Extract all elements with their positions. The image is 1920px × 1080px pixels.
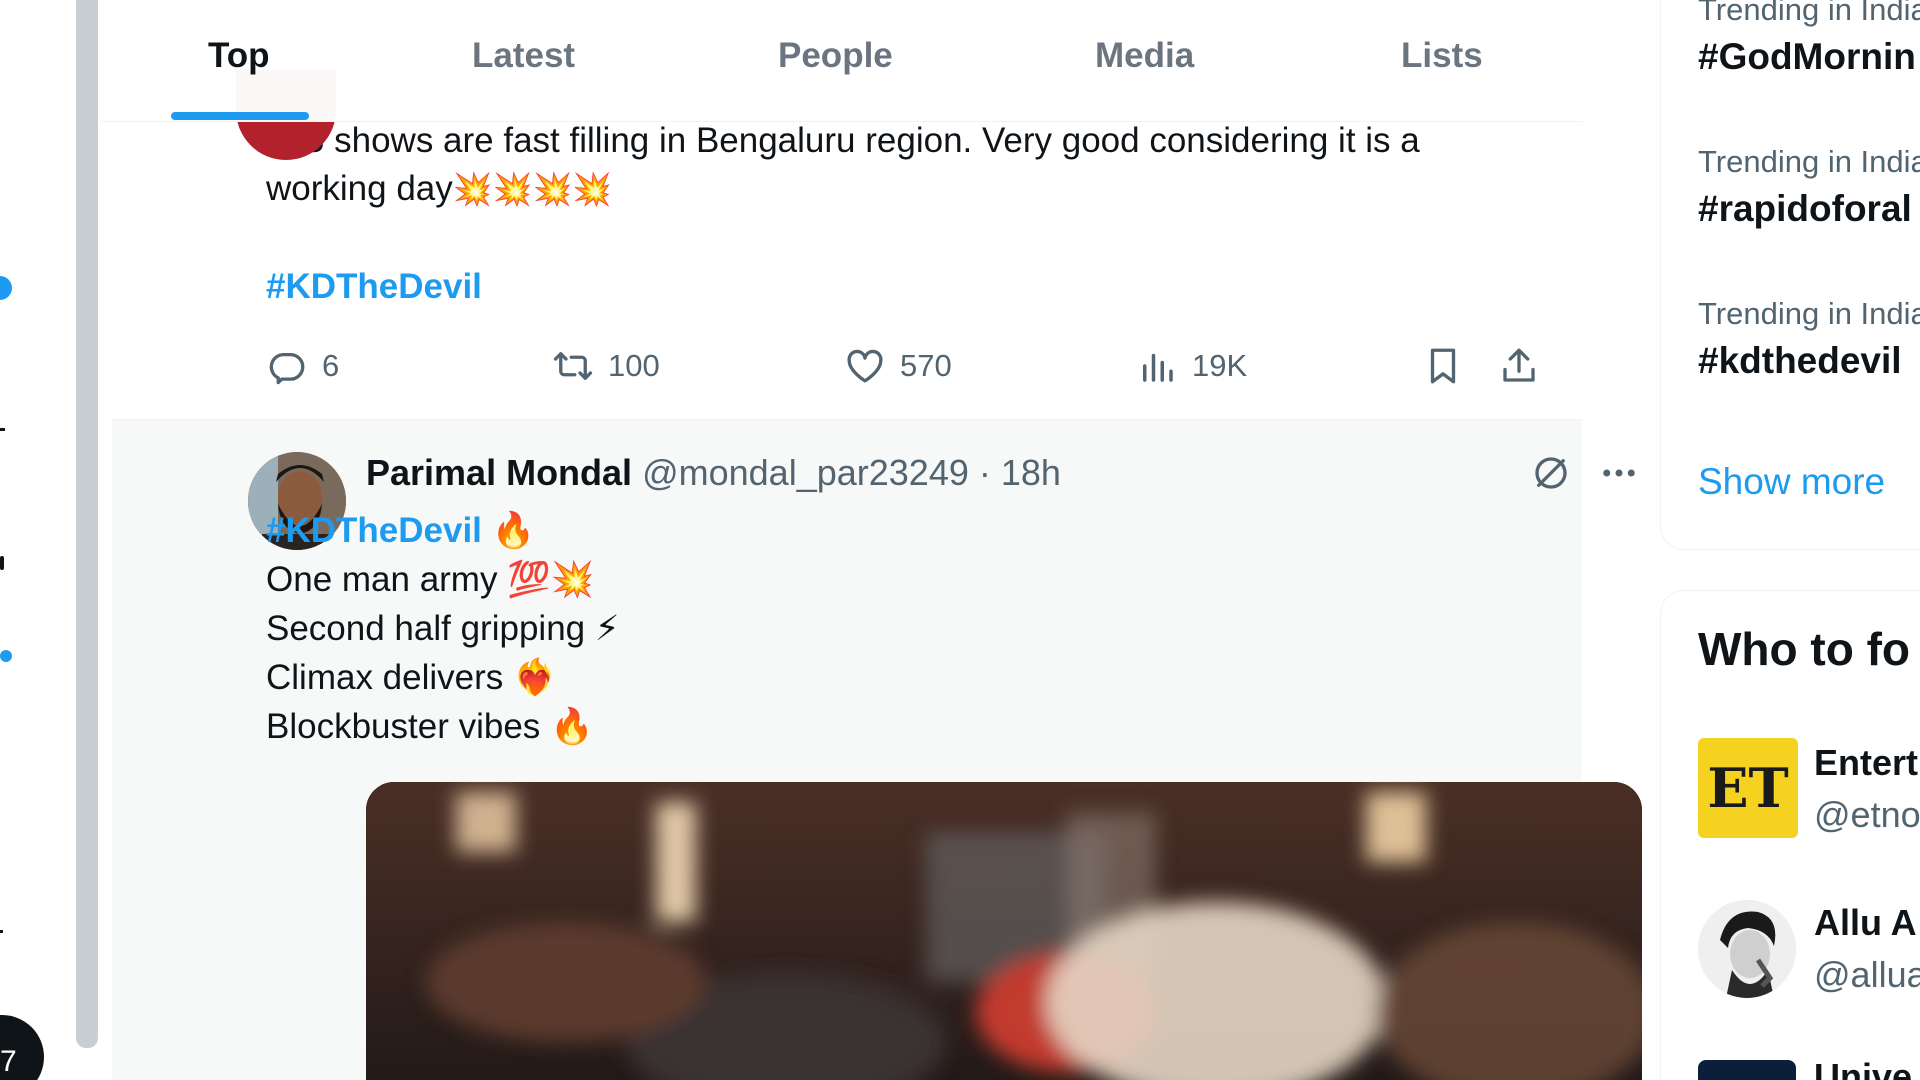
main-timeline: Top Latest People Media Lists 175 shows … (100, 0, 1642, 1080)
bookmark-icon (1430, 348, 1456, 384)
more-options-button[interactable] (1598, 452, 1640, 494)
blurred-scene-image (366, 782, 1642, 1080)
tweet-media-image[interactable] (366, 782, 1642, 1080)
more-icon (1603, 469, 1635, 477)
tab-top[interactable]: Top (208, 36, 270, 76)
user-photo (1698, 900, 1796, 998)
tweet-text-line: #KDTheDevil 🔥 (266, 506, 535, 555)
emoji: ❤️‍🔥 (513, 658, 557, 697)
account-avatar[interactable] (1698, 1060, 1796, 1080)
share-button[interactable] (1498, 345, 1540, 387)
emoji: ⚡ (594, 609, 620, 648)
trend-context: Trending in India (1698, 296, 1920, 331)
tab-media[interactable]: Media (1095, 36, 1194, 76)
show-more-link[interactable]: Show more (1698, 461, 1885, 503)
retweet-icon (553, 352, 593, 380)
author-name[interactable]: Parimal Mondal (366, 452, 632, 493)
tweet-text: Climax delivers (266, 658, 504, 697)
trend-item[interactable]: #rapidoforal (1698, 188, 1912, 230)
grok-icon (1535, 457, 1567, 489)
unread-dot (0, 650, 12, 662)
account-avatar[interactable] (1698, 900, 1796, 998)
account-avatar[interactable]: 7 (0, 1015, 44, 1080)
et-logo-text: ET (1707, 756, 1789, 820)
share-icon (1503, 348, 1535, 382)
tweet-text-line: Blockbuster vibes 🔥 (266, 702, 594, 751)
trend-item[interactable]: #GodMornin (1698, 36, 1916, 78)
author-handle-time[interactable]: @mondal_par23249 · 18h (642, 452, 1061, 493)
left-nav-rail: 7 (0, 0, 76, 1080)
account-handle[interactable]: @etno (1814, 794, 1920, 836)
tweet-text-line: 175 shows are fast filling in Bengaluru … (266, 121, 1420, 160)
active-tab-indicator (171, 112, 309, 120)
tweet-text-line: Climax delivers ❤️‍🔥 (266, 653, 557, 702)
nav-item-fragment[interactable] (0, 556, 4, 570)
tweet-text: working day (266, 169, 453, 208)
emoji: 🔥 (550, 707, 594, 746)
tweet-text: One man army (266, 560, 498, 599)
nav-item-fragment[interactable] (0, 428, 5, 431)
account-avatar-letter: 7 (0, 1045, 17, 1078)
scrollbar[interactable] (76, 0, 98, 1048)
tweet-text: Second half gripping (266, 609, 586, 648)
notification-dot (0, 276, 12, 300)
reply-count: 6 (322, 348, 340, 383)
bookmark-button[interactable] (1422, 345, 1464, 387)
tweet-text-line: Second half gripping ⚡ (266, 604, 619, 653)
search-tabs: Top Latest People Media Lists (100, 0, 1582, 122)
hashtag-link[interactable]: #KDTheDevil (266, 511, 482, 550)
tweet-author-line: Parimal Mondal @mondal_par23249 · 18h (366, 452, 1061, 494)
account-handle[interactable]: @allua (1814, 954, 1920, 996)
fire-emoji: 🔥 (491, 511, 536, 550)
account-name[interactable]: Unive (1814, 1056, 1912, 1080)
tweet-text: Blockbuster vibes (266, 707, 541, 746)
retweet-count: 100 (608, 348, 660, 383)
tab-people[interactable]: People (778, 36, 893, 76)
trend-context: Trending in India (1698, 144, 1920, 179)
hashtag-link[interactable]: #KDTheDevil (266, 262, 482, 311)
account-name[interactable]: Entert (1814, 742, 1918, 784)
like-button[interactable]: 570 (844, 345, 952, 387)
heart-icon (847, 349, 883, 383)
trend-context: Trending in India (1698, 0, 1920, 27)
emoji: 💯💥 (507, 560, 595, 599)
right-sidebar: Trending in India #GodMornin Trending in… (1660, 0, 1920, 1080)
views-button[interactable]: 19K (1136, 345, 1247, 387)
tweet-text-line: working day💥💥💥💥 (266, 164, 612, 214)
grok-button[interactable] (1530, 452, 1572, 494)
reply-icon (269, 352, 305, 385)
account-name[interactable]: Allu A (1814, 902, 1917, 944)
views-count: 19K (1192, 348, 1248, 383)
trend-item[interactable]: #kdthedevil (1698, 340, 1902, 382)
tweet-text-line: One man army 💯💥 (266, 555, 594, 604)
tab-latest[interactable]: Latest (472, 36, 575, 76)
who-to-follow-title: Who to fo (1698, 623, 1911, 675)
retweet-button[interactable]: 100 (552, 345, 660, 387)
collision-emoji: 💥💥💥💥 (452, 171, 613, 207)
reply-button[interactable]: 6 (266, 345, 339, 387)
like-count: 570 (900, 348, 952, 383)
views-chart-icon (1143, 353, 1173, 382)
tab-lists[interactable]: Lists (1401, 36, 1483, 76)
nav-item-fragment[interactable] (0, 930, 3, 933)
account-avatar[interactable]: ET (1698, 738, 1798, 838)
